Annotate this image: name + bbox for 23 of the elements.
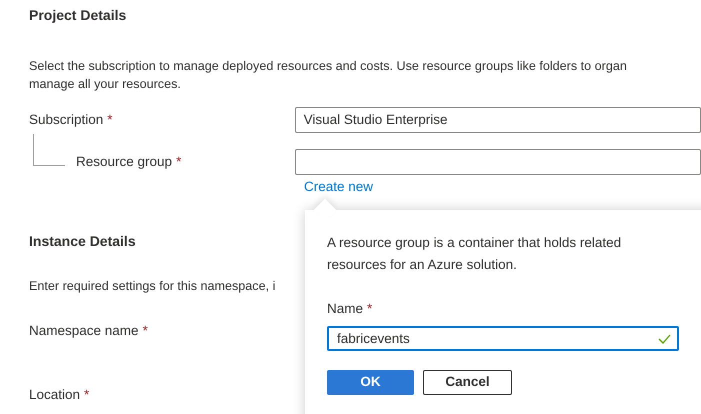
create-new-link[interactable]: Create new — [304, 177, 374, 198]
cancel-button[interactable]: Cancel — [423, 370, 512, 395]
ok-button[interactable]: OK — [327, 370, 414, 395]
field-label: Name — [327, 300, 364, 318]
field-label: Namespace name — [29, 322, 139, 340]
section-heading: Instance Details — [29, 232, 136, 252]
section-heading: Project Details — [29, 6, 126, 25]
required-asterisk: * — [367, 300, 372, 318]
tree-connector-line — [33, 134, 65, 166]
field-label: Resource group — [76, 152, 172, 171]
resource-group-dropdown[interactable] — [294, 149, 701, 175]
description-text: Enter required settings for this namespace, i — [29, 278, 276, 296]
required-asterisk: * — [176, 152, 182, 171]
subscription-dropdown[interactable]: Visual Studio Enterprise — [294, 107, 701, 133]
field-label: Location — [29, 386, 80, 404]
required-asterisk: * — [84, 386, 90, 404]
required-asterisk: * — [107, 110, 113, 129]
popup-description: A resource group is a container that holds related resources for an Azure solution. — [327, 234, 622, 274]
name-input-field[interactable]: fabricevents — [327, 326, 679, 351]
required-asterisk: * — [142, 322, 148, 340]
description-text: manage all your resources. — [29, 76, 181, 93]
description-text: Select the subscription to manage deployed resources and costs. Use resource groups like folders to organ — [29, 58, 627, 75]
field-label: Subscription — [29, 110, 104, 129]
